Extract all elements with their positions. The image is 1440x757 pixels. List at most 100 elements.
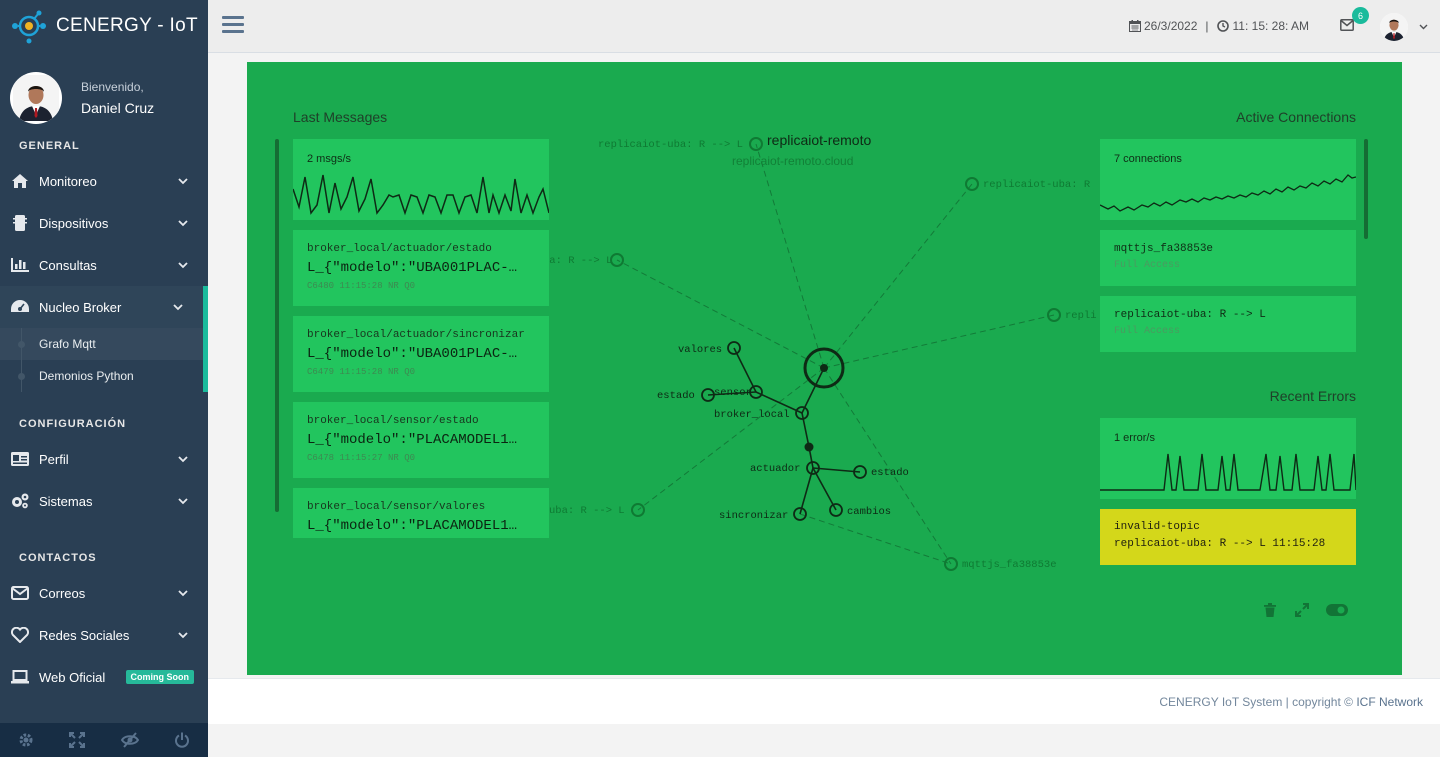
chevron-down-icon [178,590,188,597]
mqtt-graph-panel: replicaiot-uba: R --> L replicaiot-uba: … [247,62,1402,675]
sidebar-item-sistemas[interactable]: Sistemas [0,480,208,522]
brand[interactable]: CENERGY - IoT [0,0,208,52]
envelope-icon [11,584,29,602]
connections-rate-card: 7 connections [1100,139,1356,220]
sidebar-item-label: Web Oficial [39,669,106,685]
sidebar-item-consultas[interactable]: Consultas [0,244,208,286]
error-topic: invalid-topic [1114,521,1200,533]
node-label: uba: R --> L [549,505,625,517]
active-connections-title: Active Connections [1236,109,1356,125]
chevron-down-icon [178,498,188,505]
cogs-icon [11,492,29,510]
sidebar-item-label: Redes Sociales [39,627,130,643]
brand-name: CENERGY - IoT [56,15,198,36]
sidebar-item-correos[interactable]: Correos [0,572,208,614]
node-label: actuador [750,463,800,475]
sidebar-subitem-label: Grafo Mqtt [39,337,96,351]
message-rate-card: 2 msgs/s [293,139,549,220]
section-configuracion: CONFIGURACIÓN [19,418,127,430]
dashboard-icon [11,298,29,316]
time-text: 11: 15: 28: AM [1232,19,1310,33]
sidebar-item-dispositivos[interactable]: Dispositivos [0,202,208,244]
sidebar-subitem-grafo-mqtt[interactable]: Grafo Mqtt [0,328,203,360]
mail-button[interactable]: 6 [1340,7,1369,36]
message-payload: L_{"modelo":"PLACAMODEL1… [307,432,518,448]
sidebar-item-monitoreo[interactable]: Monitoreo [0,160,208,202]
power-icon[interactable] [174,732,190,748]
message-payload: L_{"modelo":"UBA001PLAC-… [307,346,518,362]
message-payload: L_{"modelo":"PLACAMODEL1… [307,518,518,534]
connection-name: mqttjs_fa38853e [1114,243,1214,255]
heart-icon [11,626,29,644]
message-meta: C6480 11:15:28 NR Q0 [307,281,416,291]
envelope-icon [1340,19,1354,31]
message-card[interactable]: broker_local/sensor/estado L_{"modelo":"… [293,402,549,478]
chevron-down-icon[interactable] [1419,24,1428,30]
message-card[interactable]: broker_local/actuador/sincronizar L_{"mo… [293,316,549,392]
fullscreen-icon[interactable] [69,732,86,748]
id-card-icon [11,450,29,468]
sidebar-item-label: Correos [39,585,86,601]
toggle-icon[interactable] [1326,604,1348,616]
node-label: estado [657,390,695,402]
message-card[interactable]: broker_local/actuador/estado L_{"modelo"… [293,230,549,306]
submenu-nucleo-broker: Grafo Mqtt Demonios Python [0,328,208,392]
message-topic: broker_local/sensor/estado [307,415,479,427]
user-menu-avatar[interactable] [1380,13,1408,41]
node-label: valores [678,344,722,356]
sidebar-item-nucleo-broker[interactable]: Nucleo Broker [0,286,208,328]
page-footer: CENERGY IoT System | copyright © ICF Net… [208,678,1440,724]
sidebar-item-redes-sociales[interactable]: Redes Sociales [0,614,208,656]
home-icon [11,172,29,190]
laptop-icon [11,668,29,686]
bullet-dot [18,373,25,380]
message-payload: L_{"modelo":"UBA001PLAC-… [307,260,518,276]
sidebar: CENERGY - IoT Bienvenido, Daniel Cruz GE… [0,0,208,757]
menu-toggle-icon[interactable] [222,16,244,34]
node-label: broker_local [714,409,790,421]
hide-icon[interactable] [120,732,139,748]
welcome-label: Bienvenido, [81,80,144,94]
messages-scrollbar[interactable] [275,139,279,512]
error-detail: replicaiot-uba: R --> L 11:15:28 [1114,538,1326,550]
message-meta: C6479 11:15:28 NR Q0 [307,367,416,377]
mail-count-badge: 6 [1352,7,1369,24]
message-topic: broker_local/actuador/sincronizar [307,329,525,341]
sidebar-item-label: Sistemas [39,493,93,509]
sidebar-item-label: Nucleo Broker [39,299,122,315]
errors-rate-label: 1 error/s [1114,432,1155,444]
device-icon [11,214,29,232]
message-topic: broker_local/sensor/valores [307,501,486,513]
connections-scrollbar[interactable] [1364,139,1368,239]
sidebar-item-web-oficial[interactable]: Web Oficial Coming Soon [0,656,208,698]
node-label: estado [871,467,909,479]
message-topic: broker_local/actuador/estado [307,243,492,255]
date-display: 26/3/2022 | 11: 15: 28: AM [1129,19,1309,33]
connection-name: replicaiot-uba: R --> L [1114,309,1266,321]
expand-icon[interactable] [1295,603,1309,617]
section-contactos: CONTACTOS [19,552,97,564]
chevron-down-icon [178,456,188,463]
errors-sparkline [1100,453,1356,491]
error-card[interactable]: invalid-topic replicaiot-uba: R --> L 11… [1100,509,1356,565]
logo-icon [12,10,46,44]
trash-icon[interactable] [1264,603,1276,617]
remote-node-host: replicaiot-remoto.cloud [732,154,853,168]
remote-node-title: replicaiot-remoto [767,132,871,148]
sidebar-item-perfil[interactable]: Perfil [0,438,208,480]
chevron-down-icon [178,262,188,269]
connection-card[interactable]: replicaiot-uba: R --> L Full Access [1100,296,1356,352]
bullet-dot [18,341,25,348]
sidebar-subitem-demonios-python[interactable]: Demonios Python [0,360,203,392]
message-meta: C6478 11:15:27 NR Q0 [307,453,416,463]
last-messages-title: Last Messages [293,109,388,125]
node-label: replicaiot-uba: R [983,179,1091,191]
copyright-label: CENERGY IoT System | copyright © [1159,695,1357,709]
node-label: ba: R --> L [543,255,612,267]
org-link[interactable]: ICF Network [1356,695,1423,709]
node-label: sensor [714,387,752,399]
settings-icon[interactable] [18,732,34,748]
chevron-down-icon [178,632,188,639]
message-card[interactable]: broker_local/sensor/valores L_{"modelo":… [293,488,549,538]
connection-card[interactable]: mqttjs_fa38853e Full Access [1100,230,1356,286]
